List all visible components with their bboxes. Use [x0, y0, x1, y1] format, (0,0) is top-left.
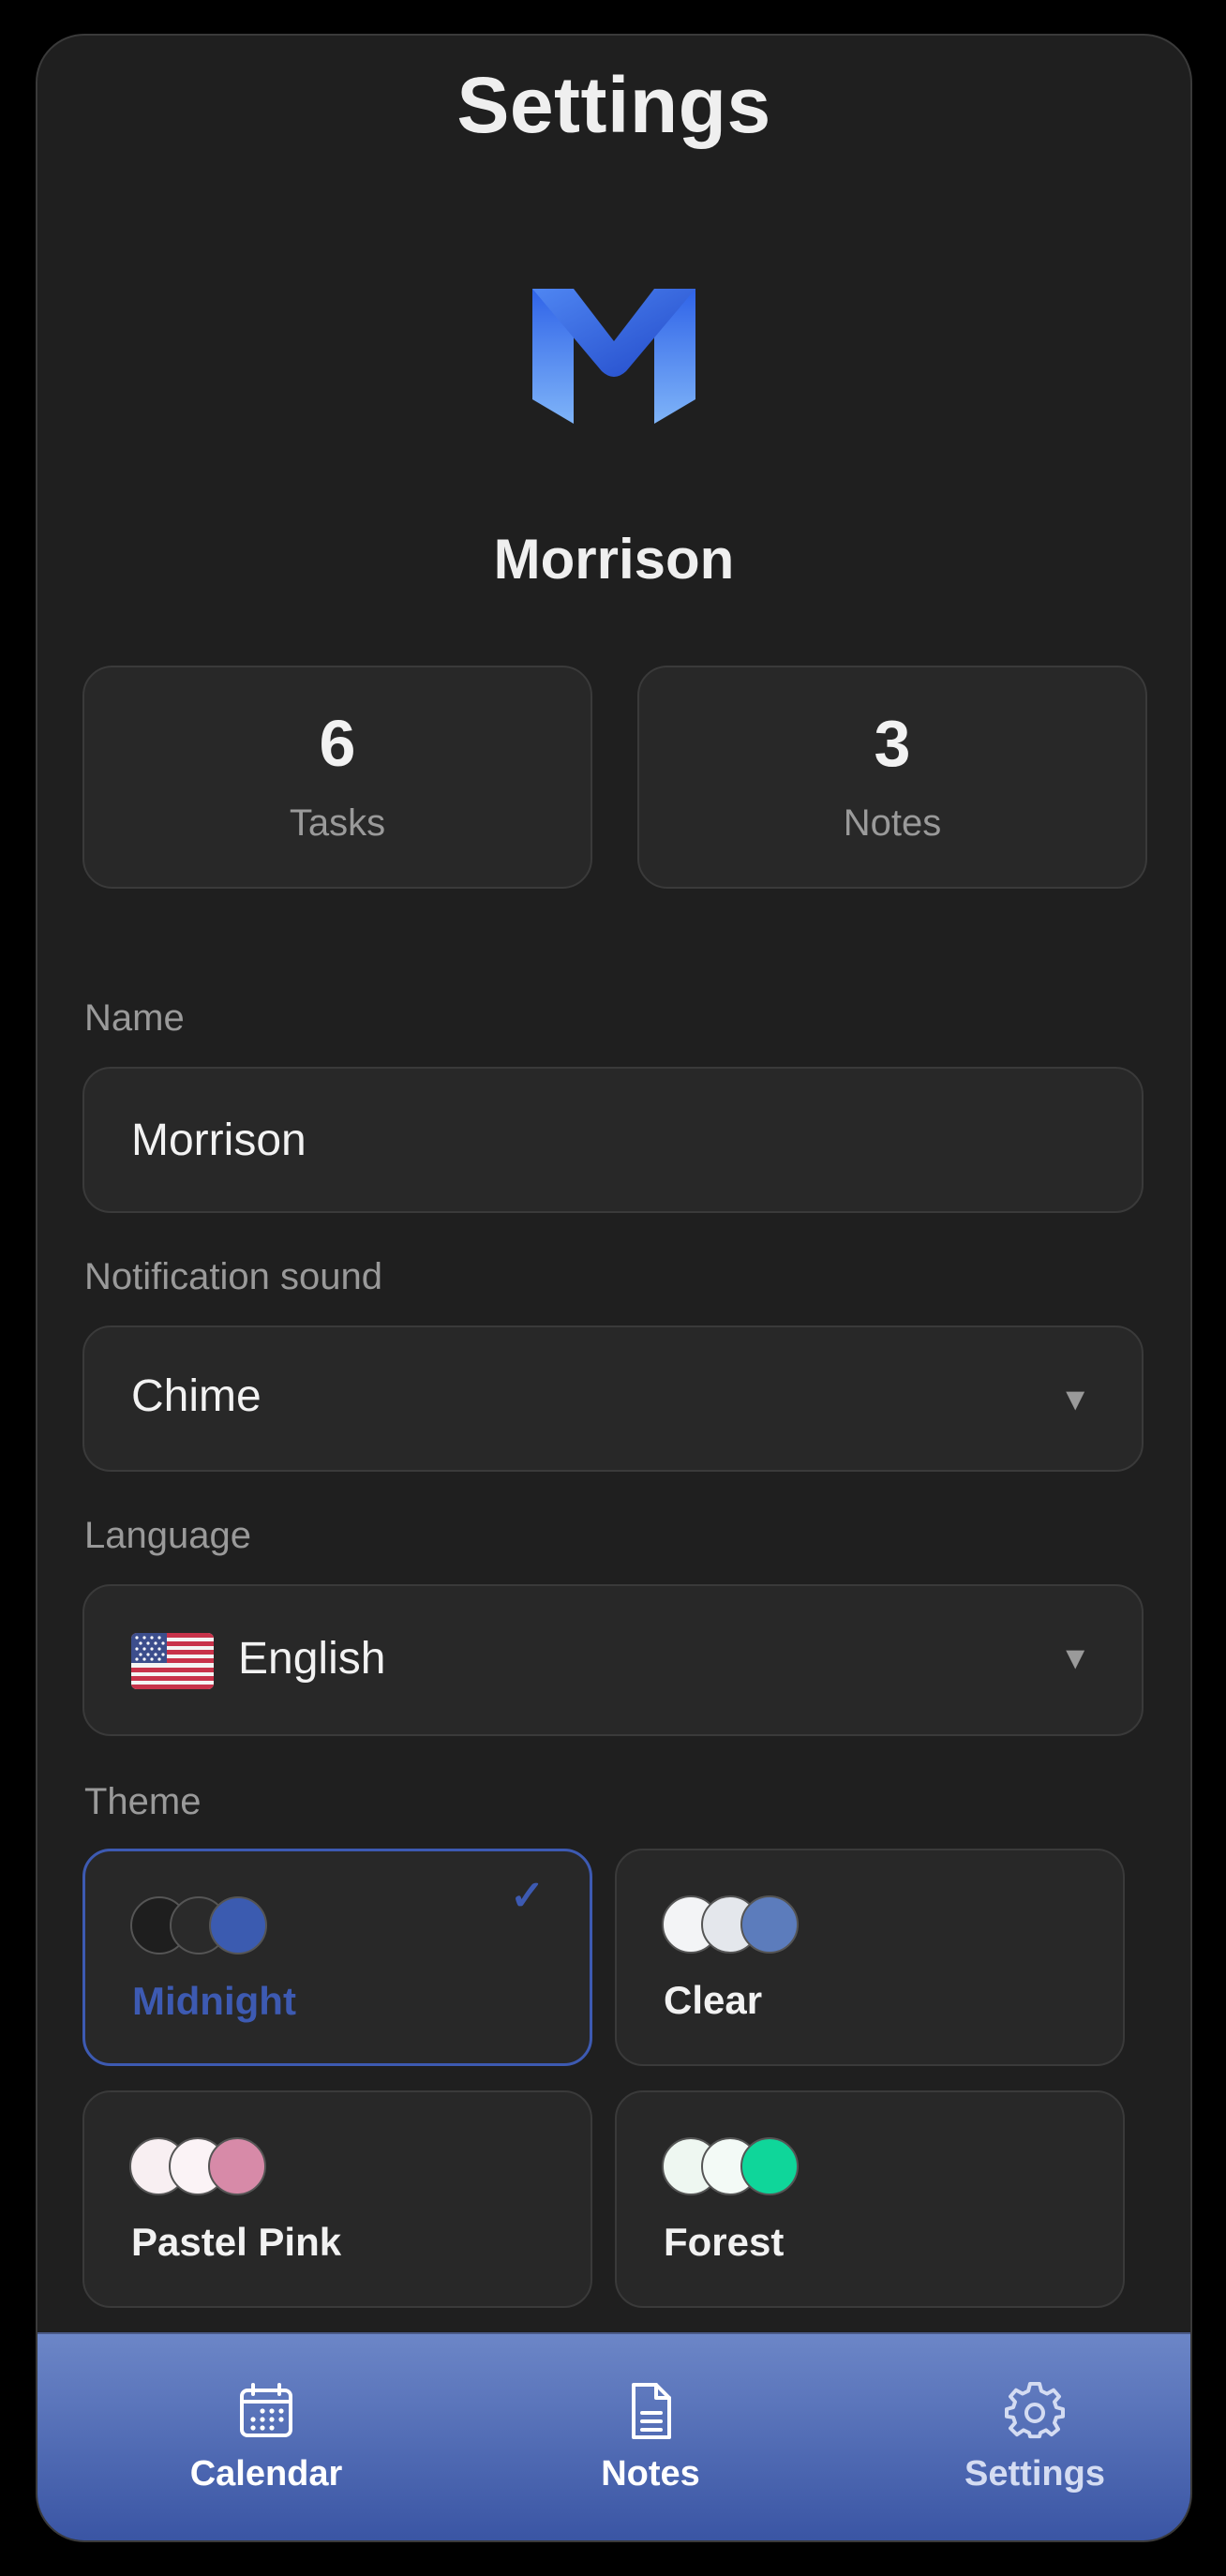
language-value: English: [238, 1634, 386, 1684]
tab-label: Settings: [964, 2454, 1105, 2494]
chevron-down-icon: ▼: [1059, 1382, 1091, 1417]
document-icon: [632, 2383, 671, 2439]
page-title: Settings: [456, 61, 771, 149]
chevron-down-icon: ▼: [1059, 1640, 1091, 1676]
gear-icon: [1005, 2381, 1065, 2439]
notes-label: Notes: [843, 802, 942, 844]
checkmark-icon: ✓: [510, 1873, 545, 1919]
language-select[interactable]: English ▼: [82, 1584, 1144, 1736]
theme-name: Clear: [664, 1978, 763, 2022]
calendar-icon: [240, 2383, 292, 2437]
name-input[interactable]: [82, 1067, 1144, 1213]
theme-name: Pastel Pink: [131, 2220, 342, 2264]
profile-name: Morrison: [493, 528, 735, 591]
tab-calendar[interactable]: Calendar: [126, 2334, 407, 2540]
color-swatch: [740, 1895, 799, 1954]
app-screen: Settings Morrison 6 Tasks 3 Notes Name N…: [36, 34, 1192, 2542]
theme-option-midnight[interactable]: ✓ Midnight: [82, 1849, 592, 2066]
theme-swatches: [130, 1896, 280, 1954]
notification-sound-value: Chime: [131, 1371, 262, 1421]
theme-option-clear[interactable]: Clear: [615, 1849, 1125, 2066]
tab-label: Notes: [601, 2454, 700, 2494]
theme-label: Theme: [84, 1781, 202, 1822]
theme-swatches: [662, 2137, 812, 2195]
name-label: Name: [84, 997, 185, 1039]
us-flag-icon: [131, 1633, 214, 1689]
notification-sound-label: Notification sound: [84, 1256, 382, 1297]
theme-name: Forest: [664, 2220, 785, 2264]
notes-count: 3: [874, 707, 911, 780]
tasks-stat-card: 6 Tasks: [82, 666, 592, 889]
tab-notes[interactable]: Notes: [510, 2334, 791, 2540]
color-swatch: [209, 1896, 267, 1954]
theme-swatches: [129, 2137, 279, 2195]
m-logo-icon: [532, 289, 695, 424]
notification-sound-select[interactable]: Chime ▼: [82, 1325, 1144, 1472]
theme-option-forest[interactable]: Forest: [615, 2090, 1125, 2308]
tab-settings[interactable]: Settings: [894, 2334, 1175, 2540]
color-swatch: [740, 2137, 799, 2195]
theme-name: Midnight: [132, 1979, 296, 2023]
theme-option-pastel-pink[interactable]: Pastel Pink: [82, 2090, 592, 2308]
language-label: Language: [84, 1515, 251, 1556]
bottom-tab-bar: Calendar Notes Settings: [37, 2332, 1190, 2540]
tab-label: Calendar: [189, 2454, 343, 2494]
tasks-count: 6: [319, 707, 356, 780]
notes-stat-card: 3 Notes: [637, 666, 1147, 889]
tasks-label: Tasks: [289, 802, 386, 844]
theme-swatches: [662, 1895, 812, 1954]
color-swatch: [208, 2137, 266, 2195]
